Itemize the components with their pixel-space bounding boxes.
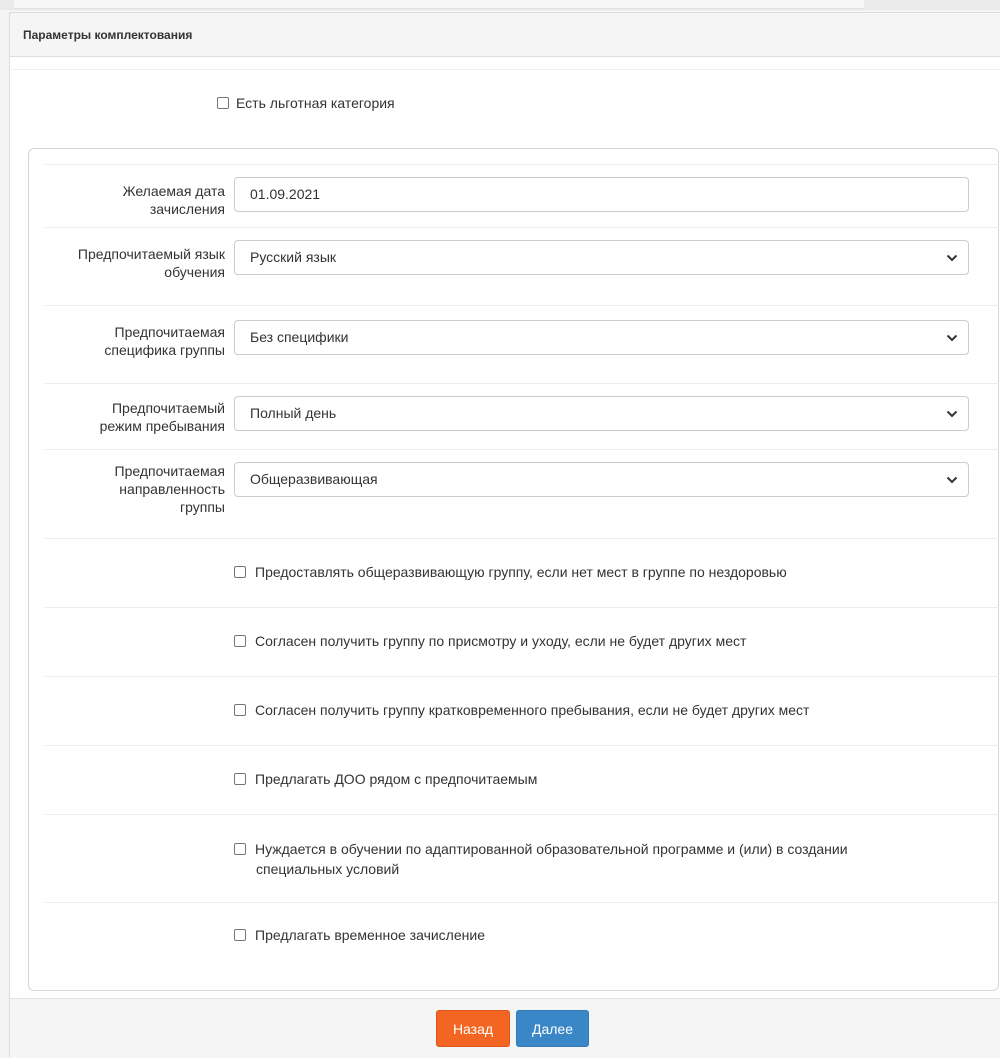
mode-label-line: режим пребывания bbox=[99, 418, 225, 434]
option-nearby-checkbox[interactable]: Предлагать ДОО рядом с предпочитаемым bbox=[234, 769, 537, 789]
checkbox-box[interactable] bbox=[234, 929, 246, 941]
option-row-temporary: Предлагать временное зачисление bbox=[45, 902, 999, 977]
date-label: Желаемая дата зачисления bbox=[45, 182, 225, 218]
direction-label: Предпочитаемая направленность группы bbox=[45, 462, 226, 516]
mode-select-value: Полный день bbox=[250, 405, 337, 421]
option-label: Предлагать ДОО рядом с предпочитаемым bbox=[255, 771, 538, 787]
parameters-box: Желаемая дата зачисления 01.09.2021 Пред… bbox=[28, 148, 999, 991]
checkbox-box[interactable] bbox=[234, 704, 246, 716]
option-health-checkbox[interactable]: Предоставлять общеразвивающую группу, ес… bbox=[234, 562, 787, 582]
panel-title: Параметры комплектования bbox=[10, 13, 1000, 57]
option-row-care: Согласен получить группу по присмотру и … bbox=[45, 607, 999, 676]
direction-select[interactable]: Общеразвивающая bbox=[234, 462, 969, 497]
direction-select-value: Общеразвивающая bbox=[250, 471, 378, 487]
chevron-down-icon bbox=[946, 254, 958, 262]
chevron-down-icon bbox=[946, 334, 958, 342]
preferential-checkbox[interactable]: Есть льготная категория bbox=[217, 95, 395, 111]
option-label-continued: специальных условий bbox=[256, 861, 400, 877]
specifics-select-value: Без специфики bbox=[250, 329, 349, 345]
field-row-date: Желаемая дата зачисления 01.09.2021 bbox=[45, 164, 999, 227]
option-row-nearby: Предлагать ДОО рядом с предпочитаемым bbox=[45, 745, 999, 814]
specifics-label-line: Предпочитаемая bbox=[114, 324, 226, 340]
date-input[interactable]: 01.09.2021 bbox=[234, 177, 969, 212]
option-label: Предоставлять общеразвивающую группу, ес… bbox=[255, 564, 787, 580]
option-short-stay-checkbox[interactable]: Согласен получить группу кратковременног… bbox=[234, 700, 809, 720]
option-temporary-checkbox[interactable]: Предлагать временное зачисление bbox=[234, 925, 485, 945]
preferential-row: Есть льготная категория bbox=[10, 69, 1000, 139]
field-row-language: Предпочитаемый язык обучения Русский язы… bbox=[45, 227, 999, 305]
checkbox-box[interactable] bbox=[234, 843, 246, 855]
date-label-line: Желаемая дата bbox=[122, 183, 225, 199]
specifics-label: Предпочитаемая специфика группы bbox=[45, 323, 225, 359]
option-label: Предлагать временное зачисление bbox=[255, 927, 485, 943]
language-select-value: Русский язык bbox=[250, 249, 337, 265]
button-bar: Назад Далее bbox=[10, 998, 1000, 1058]
option-label: Нуждается в обучении по адаптированной о… bbox=[255, 841, 848, 857]
direction-label-line: Предпочитаемая bbox=[114, 463, 226, 479]
mode-select[interactable]: Полный день bbox=[234, 396, 969, 431]
preferential-label: Есть льготная категория bbox=[236, 95, 395, 111]
option-row-short-stay: Согласен получить группу кратковременног… bbox=[45, 676, 999, 745]
field-row-direction: Предпочитаемая направленность группы Общ… bbox=[45, 449, 999, 538]
mode-label: Предпочитаемый режим пребывания bbox=[45, 399, 225, 435]
date-label-line: зачисления bbox=[149, 201, 225, 217]
checkbox-box[interactable] bbox=[217, 97, 229, 109]
chevron-down-icon bbox=[946, 410, 958, 418]
option-adapted-checkbox[interactable]: Нуждается в обучении по адаптированной о… bbox=[234, 839, 964, 879]
specifics-select[interactable]: Без специфики bbox=[234, 320, 969, 355]
option-label: Согласен получить группу кратковременног… bbox=[255, 702, 810, 718]
checkbox-box[interactable] bbox=[234, 773, 246, 785]
specifics-label-line: специфика группы bbox=[104, 342, 225, 358]
chevron-down-icon bbox=[946, 476, 958, 484]
language-label-line: обучения bbox=[164, 264, 225, 280]
back-button[interactable]: Назад bbox=[436, 1010, 510, 1047]
language-label: Предпочитаемый язык обучения bbox=[45, 245, 225, 281]
direction-label-line: группы bbox=[180, 499, 225, 515]
direction-label-line: направленность bbox=[119, 481, 225, 497]
option-label: Согласен получить группу по присмотру и … bbox=[255, 633, 747, 649]
language-label-line: Предпочитаемый язык bbox=[77, 246, 225, 262]
mode-label-line: Предпочитаемый bbox=[111, 400, 225, 416]
page-top-bar bbox=[0, 0, 1000, 10]
checkbox-box[interactable] bbox=[234, 566, 246, 578]
option-row-health: Предоставлять общеразвивающую группу, ес… bbox=[45, 538, 999, 607]
next-button[interactable]: Далее bbox=[516, 1010, 589, 1047]
top-tab-strip bbox=[14, 0, 864, 9]
option-care-checkbox[interactable]: Согласен получить группу по присмотру и … bbox=[234, 631, 746, 651]
field-row-specifics: Предпочитаемая специфика группы Без спец… bbox=[45, 305, 999, 383]
option-row-adapted: Нуждается в обучении по адаптированной о… bbox=[45, 814, 999, 902]
checkbox-box[interactable] bbox=[234, 635, 246, 647]
settings-panel: Параметры комплектования Есть льготная к… bbox=[9, 12, 1000, 1058]
language-select[interactable]: Русский язык bbox=[234, 240, 969, 275]
field-row-mode: Предпочитаемый режим пребывания Полный д… bbox=[45, 383, 999, 449]
